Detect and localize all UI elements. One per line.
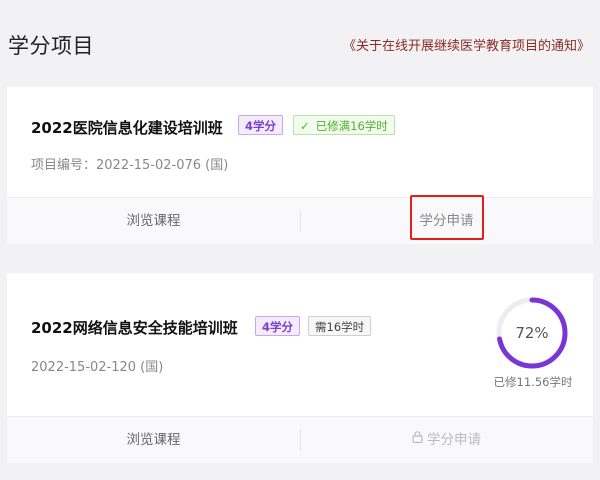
page-title: 学分项目 <box>8 34 94 58</box>
completed-badge-label: 已修满16学时 <box>315 119 388 133</box>
course-card-1: 2022医院信息化建设培训班 4学分 ✓ 已修满16学时 项目编号：2022-15… <box>7 87 593 244</box>
project-code: 项目编号：2022-15-02-076 (国) <box>31 158 229 173</box>
credit-apply-button-disabled: 学分申请 <box>300 417 593 463</box>
credit-badge: 4学分 <box>238 115 284 135</box>
check-icon: ✓ <box>300 119 310 133</box>
project-code: 2022-15-02-120 (国) <box>31 360 164 375</box>
course-card-footer: 浏览课程 学分申请 <box>7 197 593 244</box>
progress-caption: 已修11.56学时 <box>493 375 573 389</box>
browse-course-button[interactable]: 浏览课程 <box>7 417 300 463</box>
course-card-footer: 浏览课程 学分申请 <box>7 416 593 463</box>
credit-apply-label: 学分申请 <box>427 432 481 448</box>
course-title[interactable]: 2022网络信息安全技能培训班 <box>31 317 238 338</box>
progress-ring: 72% <box>495 296 569 370</box>
lock-icon <box>412 416 423 462</box>
notice-link[interactable]: 《关于在线开展继续医学教育项目的通知》 <box>343 35 590 54</box>
credit-badge: 4学分 <box>255 316 301 336</box>
progress-percent: 72% <box>515 324 549 342</box>
completed-badge: ✓ 已修满16学时 <box>293 115 395 135</box>
browse-course-button[interactable]: 浏览课程 <box>7 198 300 244</box>
required-hours-badge: 需16学时 <box>308 316 372 336</box>
credit-apply-button[interactable]: 学分申请 <box>300 198 593 244</box>
course-title[interactable]: 2022医院信息化建设培训班 <box>31 117 223 138</box>
page-header: 学分项目 《关于在线开展继续医学教育项目的通知》 <box>0 0 600 85</box>
